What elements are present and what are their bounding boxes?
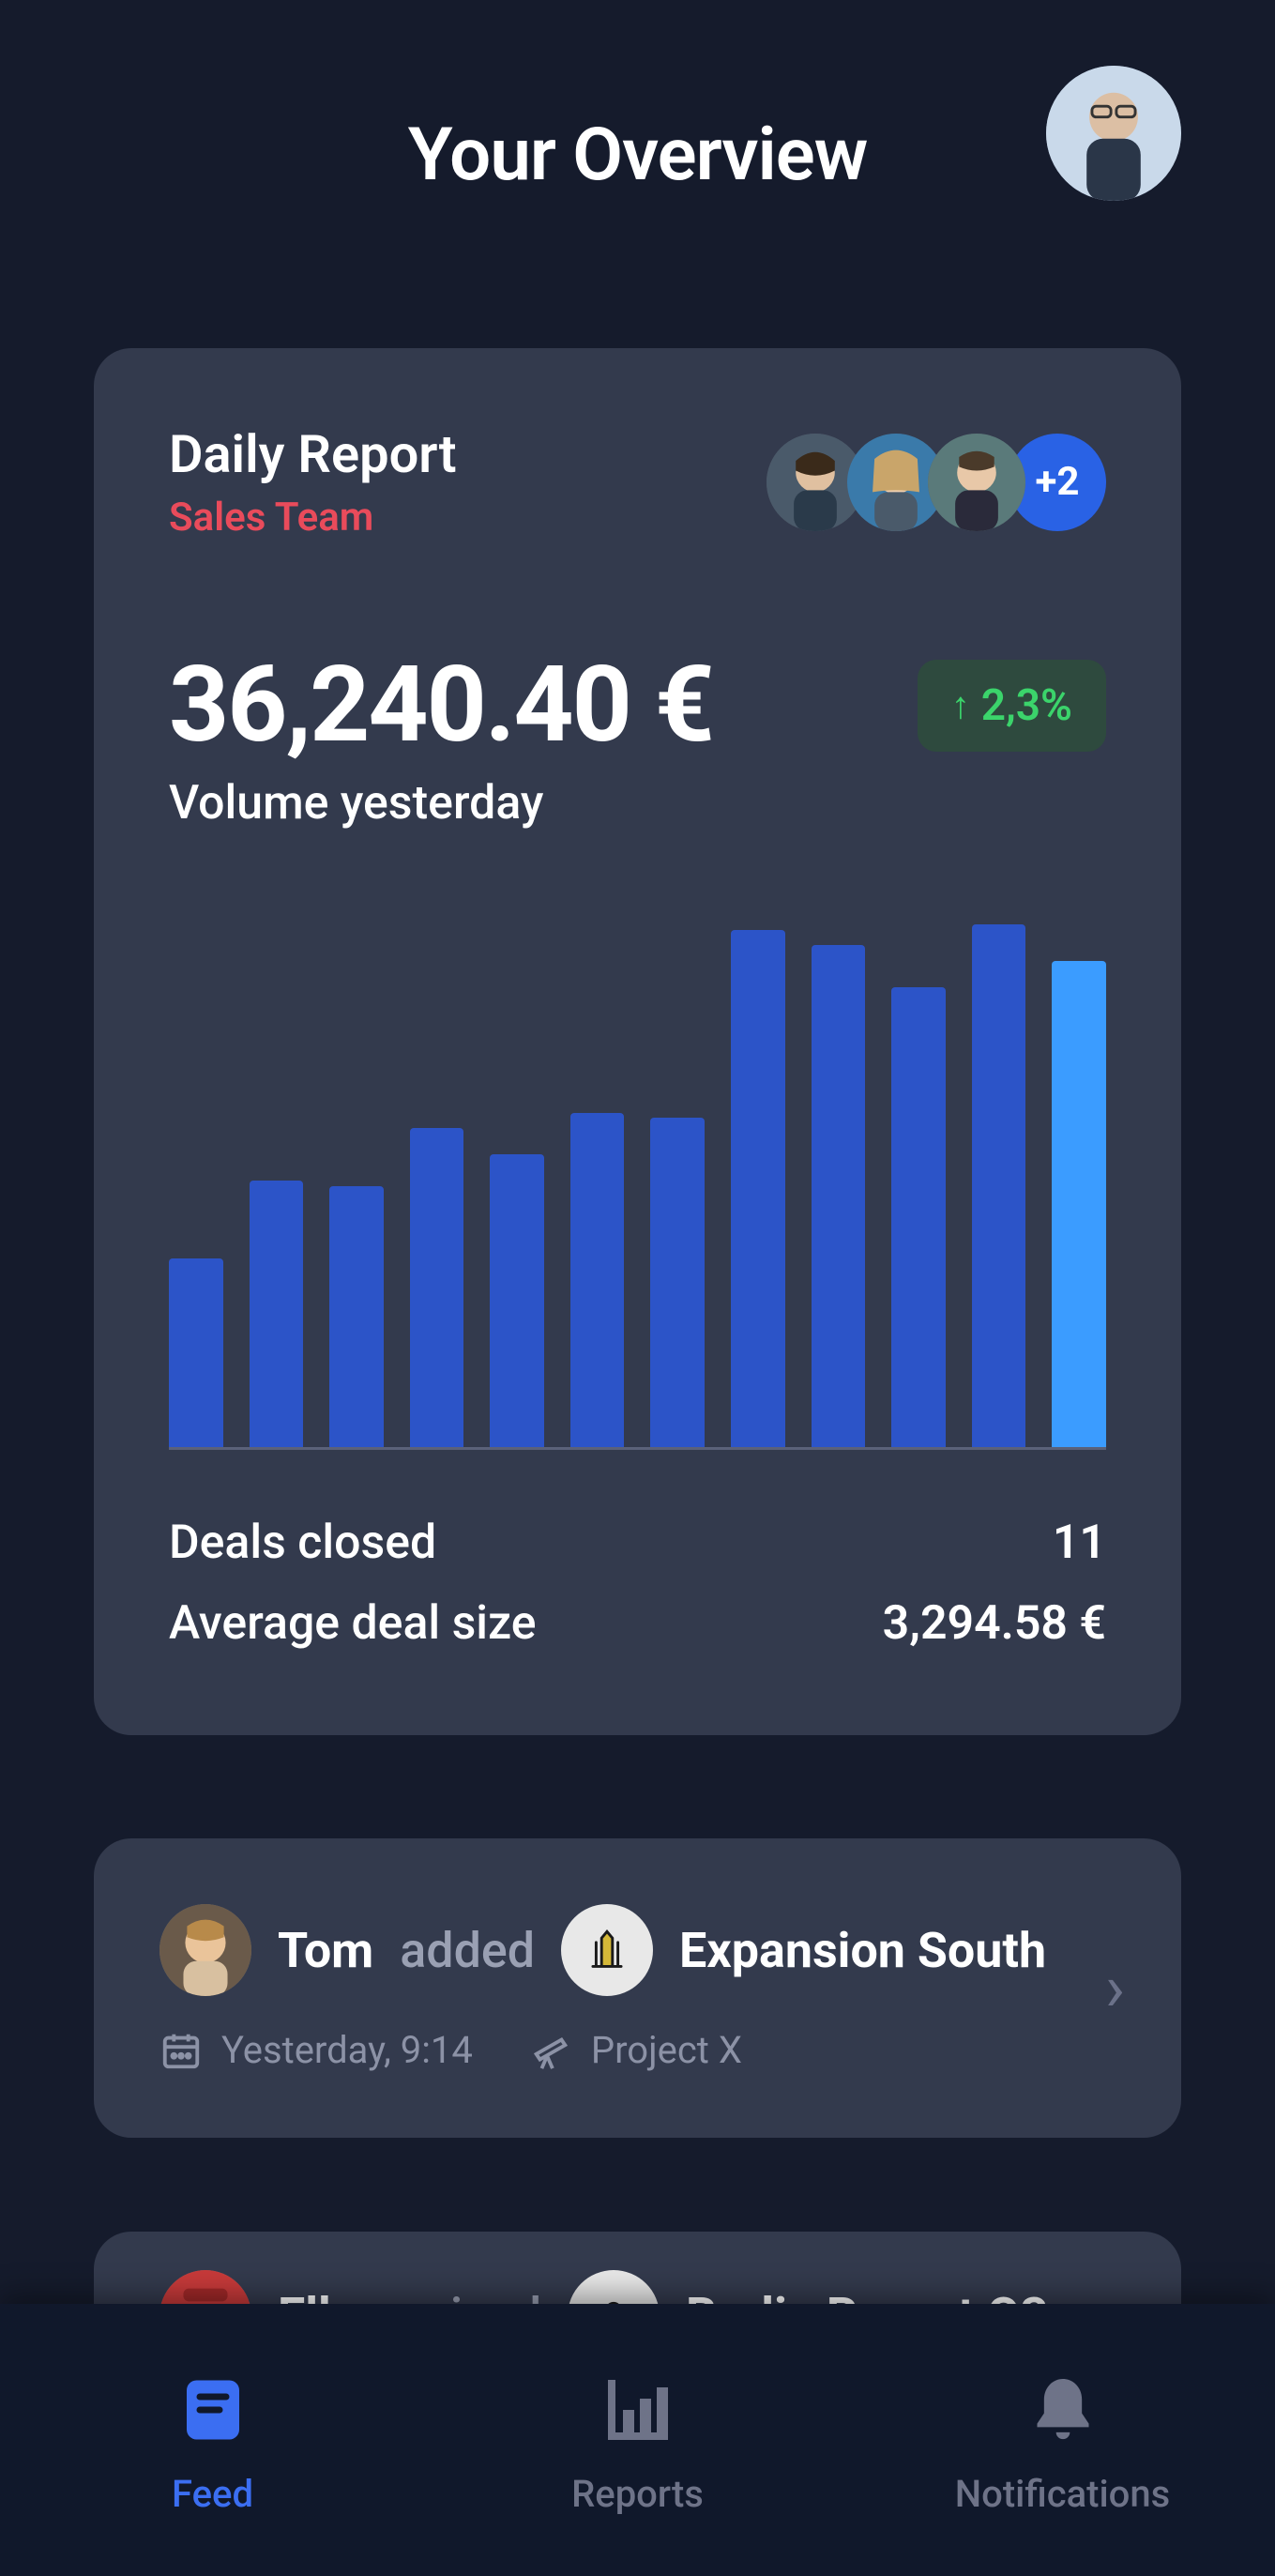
chart-bar [972,924,1026,1447]
volume-value: 36,240.40 € [169,644,713,767]
activity-project: Project X [591,2028,742,2072]
chart-bar [650,1118,705,1447]
tab-notifications[interactable]: Notifications [850,2365,1275,2516]
daily-report-card[interactable]: Daily Report Sales Team +2 [94,348,1181,1735]
arrow-up-icon: ↑ [951,687,970,724]
activity-card[interactable]: Tom added Expansion South Yesterday, 9:1… [94,1838,1181,2138]
tab-label: Reports [571,2472,704,2516]
delta-badge: ↑ 2,3% [918,660,1106,752]
activity-verb: added [400,1922,535,1979]
feed-icon [168,2365,258,2455]
profile-avatar[interactable] [1046,66,1181,201]
tab-bar: Feed Reports Notifications [0,2304,1275,2576]
chart-bar [410,1128,464,1447]
chart-bar [891,987,946,1447]
chart-bar [250,1181,304,1447]
calendar-icon [159,2029,203,2072]
chart-bar [731,930,785,1447]
report-title: Daily Report [169,423,457,485]
volume-bar-chart [169,924,1106,1450]
kpi-label: Average deal size [169,1596,537,1651]
bell-icon [1018,2365,1108,2455]
kpi-value: 3,294.58 € [883,1596,1106,1651]
chart-bar [1052,961,1106,1447]
chevron-right-icon: › [1105,1950,1125,2027]
report-subtitle: Sales Team [169,495,457,541]
target-icon [561,1904,653,1996]
tab-label: Notifications [955,2472,1170,2516]
page-title: Your Overview [94,113,1181,198]
activity-target: Expansion South [679,1922,1046,1979]
chart-bar [570,1113,625,1447]
tab-reports[interactable]: Reports [425,2365,850,2516]
chart-bar [490,1154,544,1447]
chart-bar [812,945,866,1447]
kpi-label: Deals closed [169,1516,436,1570]
avatar-stack[interactable]: +2 [767,434,1106,531]
activity-time: Yesterday, 9:14 [221,2028,473,2072]
volume-label: Volume yesterday [169,776,1106,831]
tab-label: Feed [172,2472,253,2516]
telescope-icon [529,2029,572,2072]
chart-bar [329,1186,384,1448]
delta-value: 2,3% [981,680,1072,731]
chart-bar [169,1258,223,1447]
header: Your Overview [0,0,1275,198]
actor-name: Tom [278,1922,373,1979]
bar-chart-icon [593,2365,683,2455]
team-avatar [928,434,1025,531]
actor-avatar [159,1904,251,1996]
kpi-value: 11 [1053,1516,1106,1570]
tab-feed[interactable]: Feed [0,2365,425,2516]
feed: Daily Report Sales Team +2 [0,198,1275,2476]
